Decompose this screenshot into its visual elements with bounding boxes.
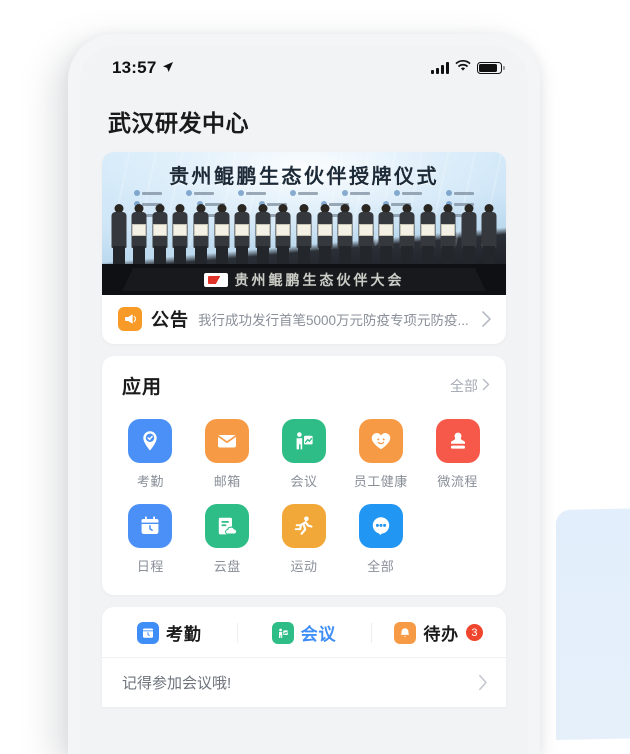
- phone-mockup: 13:57 武汉研发中心 贵州鲲鹏生态伙伴授牌仪式 贵州鲲鹏生态伙伴大会 公告 …: [68, 34, 540, 754]
- cloud-doc-icon: [205, 504, 250, 548]
- chevron-right-icon: [482, 378, 490, 394]
- megaphone-icon: [118, 307, 142, 331]
- tab-label: 会议: [300, 625, 337, 644]
- banner-group-photo: [110, 204, 498, 264]
- banner-image[interactable]: 贵州鲲鹏生态伙伴授牌仪式 贵州鲲鹏生态伙伴大会: [102, 152, 506, 295]
- cellular-signal-icon: [431, 62, 449, 74]
- meeting-tab-icon: [271, 621, 294, 644]
- tab-meeting[interactable]: 会议: [237, 620, 372, 645]
- announcement-text: 我行成功发行首笔5000万元防疫专项元防疫...: [198, 313, 469, 328]
- app-label: 全部: [367, 559, 395, 574]
- status-indicators: [431, 59, 505, 77]
- status-time-group: 13:57: [112, 58, 174, 78]
- app-item-meeting[interactable]: 会议: [266, 411, 343, 496]
- banner-stage-text-wrap: 贵州鲲鹏生态伙伴大会: [122, 268, 486, 291]
- chevron-right-icon[interactable]: [481, 310, 492, 328]
- bottom-tabs: 考勤 会议 待办 3: [102, 607, 506, 657]
- app-item-attendance[interactable]: 考勤: [112, 411, 189, 496]
- banner-card: 贵州鲲鹏生态伙伴授牌仪式 贵州鲲鹏生态伙伴大会 公告 我行成功发行首笔5000万…: [102, 152, 506, 344]
- app-label: 考勤: [136, 474, 164, 489]
- banner-title: 贵州鲲鹏生态伙伴授牌仪式: [169, 166, 439, 188]
- kunpeng-logo-icon: [203, 272, 228, 287]
- background-decor-panel: [556, 507, 630, 740]
- app-label: 云盘: [213, 559, 241, 574]
- calendar-clock-icon: [128, 504, 173, 548]
- banner-stage-text: 贵州鲲鹏生态伙伴大会: [234, 271, 405, 288]
- battery-icon: [477, 62, 505, 74]
- attendance-tab-icon: [137, 621, 160, 644]
- apps-view-all-label: 全部: [450, 377, 478, 394]
- app-item-schedule[interactable]: 日程: [112, 496, 189, 581]
- list-item-text: 记得参加会议哦!: [122, 675, 232, 692]
- bell-tab-icon: [394, 621, 417, 644]
- app-label: 运动: [290, 559, 318, 574]
- phone-screen: 13:57 武汉研发中心 贵州鲲鹏生态伙伴授牌仪式 贵州鲲鹏生态伙伴大会 公告 …: [80, 46, 528, 754]
- wifi-icon: [455, 59, 471, 77]
- app-label: 会议: [290, 474, 318, 489]
- location-arrow-icon: [162, 58, 174, 78]
- app-label: 日程: [136, 559, 164, 574]
- apps-card: 应用 全部 考勤 邮箱 会议 员工健康 微流程 日程 云盘 运动 全部: [102, 356, 506, 595]
- banner-stage: 贵州鲲鹏生态伙伴大会: [102, 264, 506, 295]
- apps-view-all-button[interactable]: 全部: [450, 376, 490, 396]
- tab-label: 待办: [423, 625, 459, 644]
- chevron-right-icon[interactable]: [478, 674, 488, 691]
- announcement-row[interactable]: 公告 我行成功发行首笔5000万元防疫专项元防疫...: [102, 295, 506, 344]
- apps-title: 应用: [122, 377, 163, 398]
- app-item-sports[interactable]: 运动: [266, 496, 343, 581]
- app-item-clouddisk[interactable]: 云盘: [189, 496, 266, 581]
- page-title: 武汉研发中心: [108, 110, 249, 136]
- app-item-microflow[interactable]: 微流程: [419, 411, 496, 496]
- tab-attendance[interactable]: 考勤: [102, 620, 237, 645]
- app-label: 微流程: [437, 474, 478, 489]
- ellipsis-bubble-icon: [358, 504, 403, 548]
- announcement-label: 公告: [151, 310, 189, 330]
- heart-smile-icon: [358, 419, 403, 463]
- stamp-icon: [435, 419, 480, 463]
- app-item-all[interactable]: 全部: [342, 496, 419, 581]
- bottom-tabs-card: 考勤 会议 待办 3 记得参加会议哦!: [102, 607, 506, 707]
- tab-content-list: 记得参加会议哦!: [102, 657, 506, 707]
- app-label: 员工健康: [353, 474, 408, 489]
- running-icon: [281, 504, 326, 548]
- attendance-pin-icon: [128, 419, 173, 463]
- status-time: 13:57: [112, 58, 157, 77]
- tab-todo[interactable]: 待办 3: [371, 620, 506, 645]
- list-item[interactable]: 记得参加会议哦!: [102, 658, 506, 707]
- status-badge: 3: [465, 624, 483, 641]
- apps-header: 应用 全部: [102, 356, 506, 403]
- status-bar: 13:57: [80, 46, 528, 90]
- app-item-employee-health[interactable]: 员工健康: [342, 411, 419, 496]
- presentation-icon: [281, 419, 326, 463]
- tab-label: 考勤: [166, 625, 202, 644]
- app-label: 邮箱: [213, 474, 241, 489]
- apps-grid: 考勤 邮箱 会议 员工健康 微流程 日程 云盘 运动 全部: [102, 403, 506, 595]
- app-item-mailbox[interactable]: 邮箱: [189, 411, 266, 496]
- envelope-icon: [205, 419, 250, 463]
